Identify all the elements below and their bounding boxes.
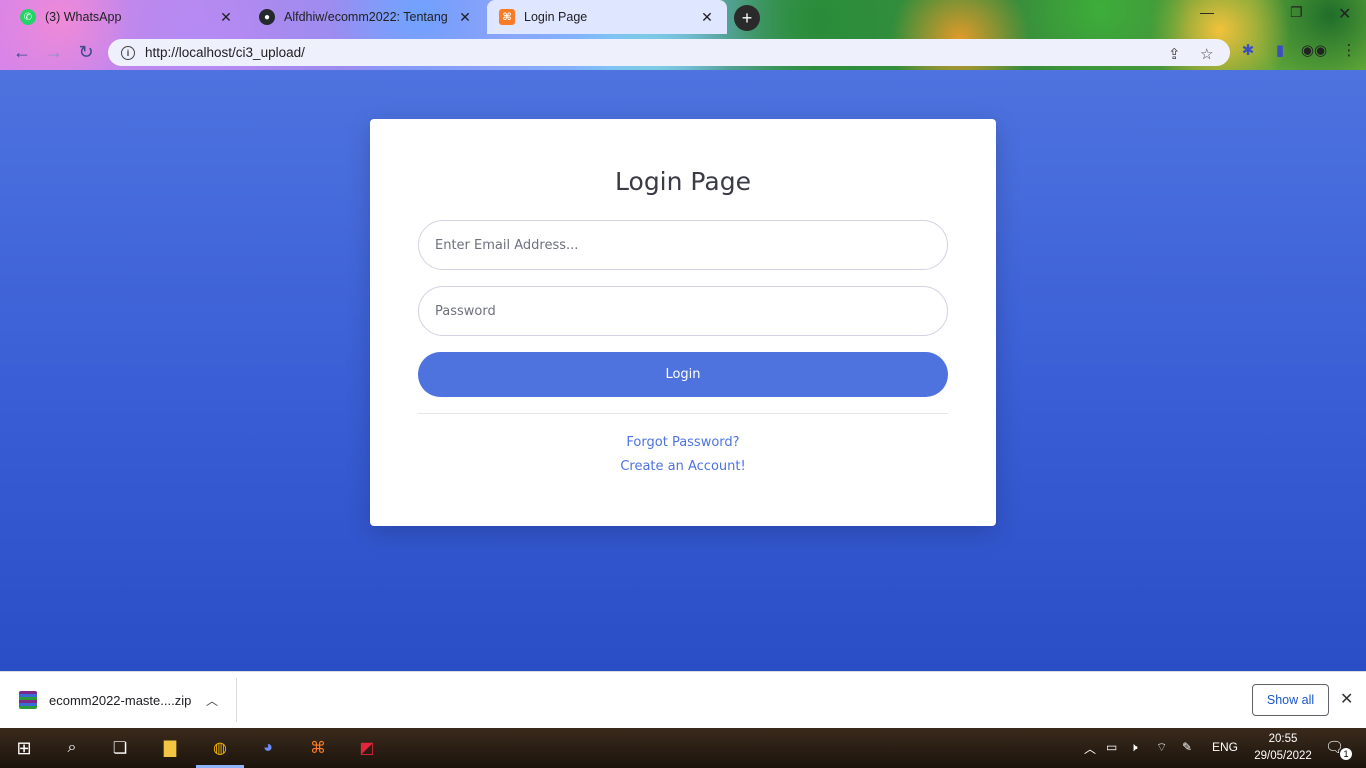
- volume-icon[interactable]: 🕨: [1130, 740, 1138, 755]
- battery-icon[interactable]: ▭: [1106, 740, 1117, 754]
- page-background: Login Page Login Forgot Password? Create…: [0, 70, 1366, 671]
- divider: [418, 413, 948, 414]
- tab-title: Login Page: [524, 10, 588, 24]
- address-bar[interactable]: i http://localhost/ci3_upload/ ⇪ ☆: [108, 39, 1230, 66]
- profile-avatar-icon[interactable]: ◉◉: [1301, 41, 1327, 59]
- windows-taskbar: ⊞ ⌕ ❏ ▇ ◍ ◕ ⌘ ◩ ︿ ▭ 🕨 ⌔ ✎ ENG 20:55 29/0…: [0, 728, 1366, 768]
- tab-title: Alfdhiw/ecomm2022: Tentang Ld: [284, 10, 451, 24]
- show-all-button[interactable]: Show all: [1252, 684, 1329, 716]
- reload-icon[interactable]: ↻: [74, 40, 98, 64]
- search-icon[interactable]: ⌕: [60, 736, 84, 760]
- tab-strip: ✆ (3) WhatsApp ✕ ● Alfdhiw/ecomm2022: Te…: [0, 0, 1366, 34]
- chevron-up-icon[interactable]: ︿: [206, 692, 218, 709]
- tab-github[interactable]: ● Alfdhiw/ecomm2022: Tentang Ld ✕: [247, 0, 485, 34]
- new-tab-button[interactable]: +: [734, 5, 760, 31]
- tab-whatsapp[interactable]: ✆ (3) WhatsApp ✕: [8, 0, 246, 34]
- whatsapp-icon: ✆: [20, 9, 36, 25]
- close-icon[interactable]: ✕: [218, 9, 234, 25]
- language-indicator[interactable]: ENG: [1212, 740, 1238, 754]
- tray-chevron-up-icon[interactable]: ︿: [1084, 740, 1096, 757]
- password-input[interactable]: [418, 286, 948, 336]
- window-close-icon[interactable]: ✕: [1338, 4, 1351, 24]
- pen-icon[interactable]: ✎: [1182, 740, 1192, 754]
- share-icon[interactable]: ⇪: [1168, 45, 1181, 63]
- clock-time: 20:55: [1268, 733, 1298, 745]
- system-clock[interactable]: 20:55 29/05/2022: [1248, 731, 1318, 765]
- bookmark-star-icon[interactable]: ☆: [1200, 45, 1213, 63]
- close-icon[interactable]: ✕: [699, 9, 715, 25]
- page-title: Login Page: [615, 167, 751, 196]
- login-card: Login Page Login Forgot Password? Create…: [370, 119, 996, 526]
- restore-icon[interactable]: ❐: [1290, 4, 1303, 21]
- back-arrow-icon[interactable]: ←: [10, 40, 34, 64]
- close-icon[interactable]: ✕: [457, 9, 473, 25]
- github-icon: ●: [259, 9, 275, 25]
- menu-dots-icon[interactable]: ⋮: [1340, 41, 1358, 59]
- url-text: http://localhost/ci3_upload/: [145, 45, 305, 60]
- download-item[interactable]: ecomm2022-maste....zip ︿: [0, 678, 237, 722]
- forgot-password-link[interactable]: Forgot Password?: [370, 435, 996, 450]
- browser-chrome: ✆ (3) WhatsApp ✕ ● Alfdhiw/ecomm2022: Te…: [0, 0, 1366, 70]
- winrar-archive-icon: [19, 691, 37, 709]
- valorant-icon[interactable]: ◩: [355, 736, 379, 760]
- clock-date: 29/05/2022: [1254, 750, 1312, 762]
- forward-arrow-icon[interactable]: →: [42, 40, 66, 64]
- wifi-icon[interactable]: ⌔: [1156, 740, 1167, 755]
- email-input[interactable]: [418, 220, 948, 270]
- file-explorer-icon[interactable]: ▇: [158, 736, 182, 760]
- notification-count-badge: 1: [1340, 748, 1352, 760]
- close-download-bar-icon[interactable]: ✕: [1340, 689, 1353, 709]
- tab-title: (3) WhatsApp: [45, 10, 122, 24]
- browser-toolbar: ← → ↻ i http://localhost/ci3_upload/ ⇪ ☆: [0, 34, 1366, 70]
- windows-start-icon[interactable]: ⊞: [12, 736, 36, 760]
- tab-login-page[interactable]: ⌘ Login Page ✕: [487, 0, 727, 34]
- extensions-puzzle-icon[interactable]: ✱: [1239, 41, 1257, 59]
- xampp-icon[interactable]: ⌘: [306, 736, 330, 760]
- side-panel-icon[interactable]: ▮: [1271, 41, 1289, 59]
- task-view-icon[interactable]: ❏: [108, 736, 132, 760]
- chrome-icon[interactable]: ◍: [208, 736, 232, 760]
- download-file-name: ecomm2022-maste....zip: [49, 692, 192, 708]
- minimize-icon[interactable]: —: [1200, 4, 1214, 20]
- login-button[interactable]: Login: [418, 352, 948, 397]
- create-account-link[interactable]: Create an Account!: [370, 459, 996, 474]
- download-bar: ecomm2022-maste....zip ︿ Show all ✕: [0, 671, 1366, 728]
- site-info-icon[interactable]: i: [121, 45, 135, 60]
- xampp-icon: ⌘: [499, 9, 515, 25]
- chrome-profile-icon[interactable]: ◕: [256, 736, 280, 760]
